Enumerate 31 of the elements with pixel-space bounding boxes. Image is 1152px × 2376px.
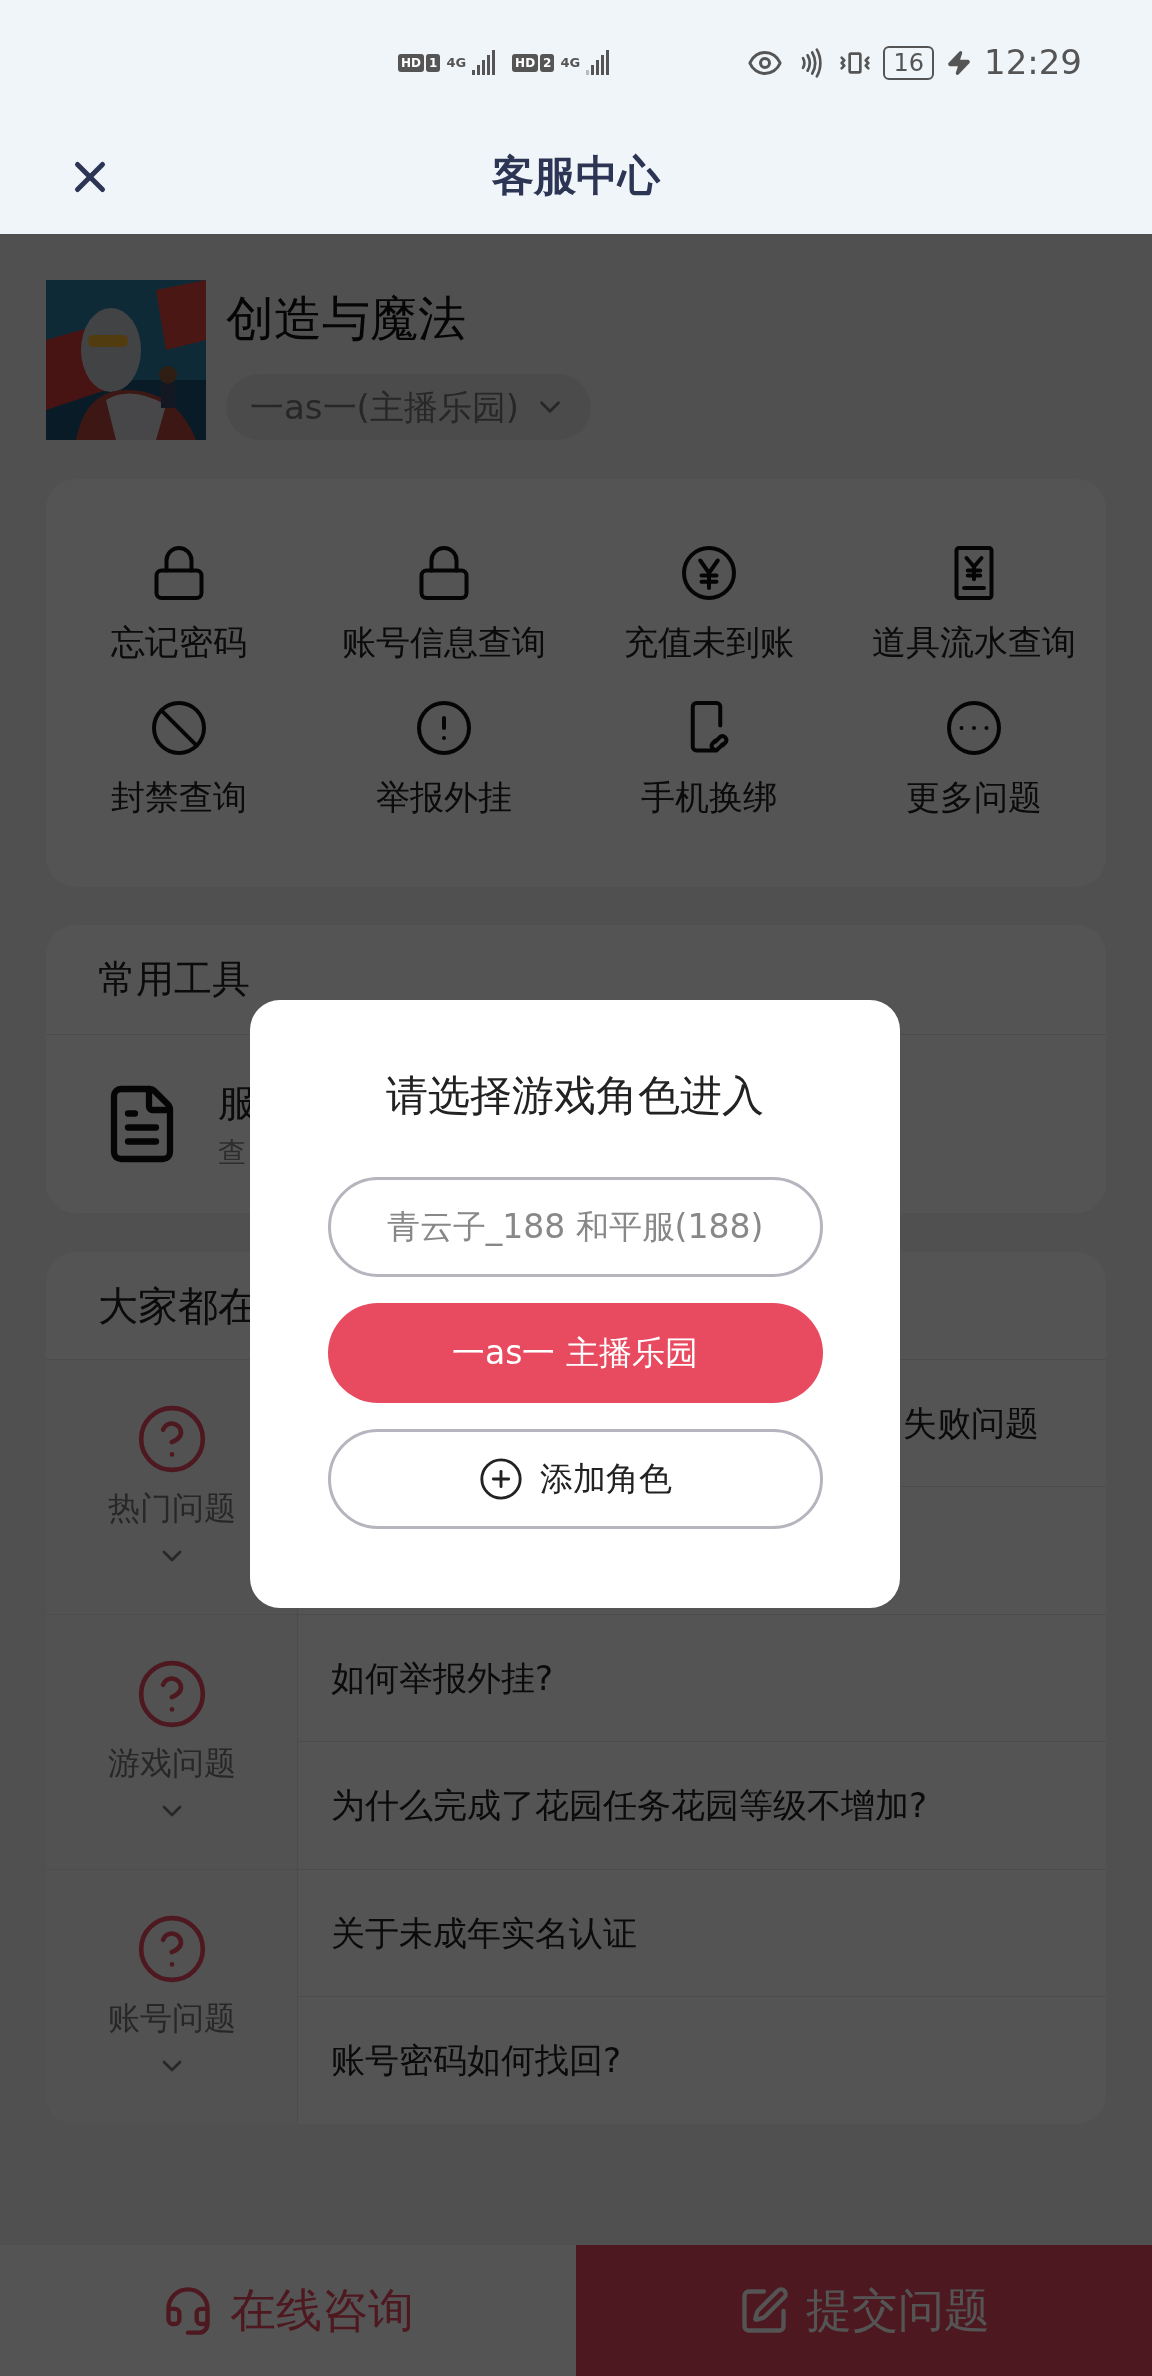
dialog-title: 请选择游戏角色进入 bbox=[386, 1070, 764, 1122]
page-title: 客服中心 bbox=[492, 150, 660, 202]
question-text[interactable]: 账号密码如何找回? bbox=[331, 2035, 622, 2086]
battery-level: 16 bbox=[883, 45, 934, 80]
plus-icon bbox=[478, 1456, 524, 1502]
sim-slot-badge: 2 bbox=[540, 53, 555, 72]
section-title: 常用工具 bbox=[98, 956, 250, 1003]
shortcut-item[interactable]: 手机换绑 bbox=[576, 698, 841, 823]
shortcut-item[interactable]: 账号信息查询 bbox=[311, 543, 576, 668]
consult-button[interactable]: 在线咨询 bbox=[0, 2245, 576, 2376]
game-title: 创造与魔法 bbox=[226, 289, 467, 348]
shortcut-item[interactable]: 更多问题 bbox=[841, 698, 1106, 823]
hd-badge: HD bbox=[398, 53, 424, 72]
shortcut-item[interactable]: 封禁查询 bbox=[46, 698, 311, 823]
question-text[interactable]: 如何举报外挂? bbox=[331, 1652, 554, 1704]
question-text[interactable]: 为什么完成了花园任务花园等级不增加? bbox=[331, 1780, 928, 1831]
charging-icon bbox=[946, 49, 972, 76]
clock-time: 12:29 bbox=[984, 41, 1082, 84]
network-label: 4G bbox=[446, 53, 467, 72]
hd-badge: HD bbox=[512, 53, 539, 72]
question-text[interactable]: 关于未成年实名认证 bbox=[331, 1907, 637, 1959]
shortcut-item[interactable]: 举报外挂 bbox=[311, 698, 576, 823]
shortcut-item[interactable]: 道具流水查询 bbox=[841, 543, 1106, 668]
question-text[interactable]: 失败问题 bbox=[903, 1397, 1039, 1449]
role-option[interactable]: 青云子_188 和平服(188) bbox=[327, 1177, 823, 1277]
shortcut-item[interactable]: 充值未到账 bbox=[576, 543, 841, 668]
add-role-button[interactable]: 添加角色 bbox=[327, 1429, 823, 1529]
network-label: 4G bbox=[560, 53, 581, 72]
shortcut-item[interactable]: 忘记密码 bbox=[46, 543, 311, 668]
role-option[interactable]: 一as一 主播乐园 bbox=[327, 1303, 823, 1403]
sim-slot-badge: 1 bbox=[426, 53, 441, 72]
